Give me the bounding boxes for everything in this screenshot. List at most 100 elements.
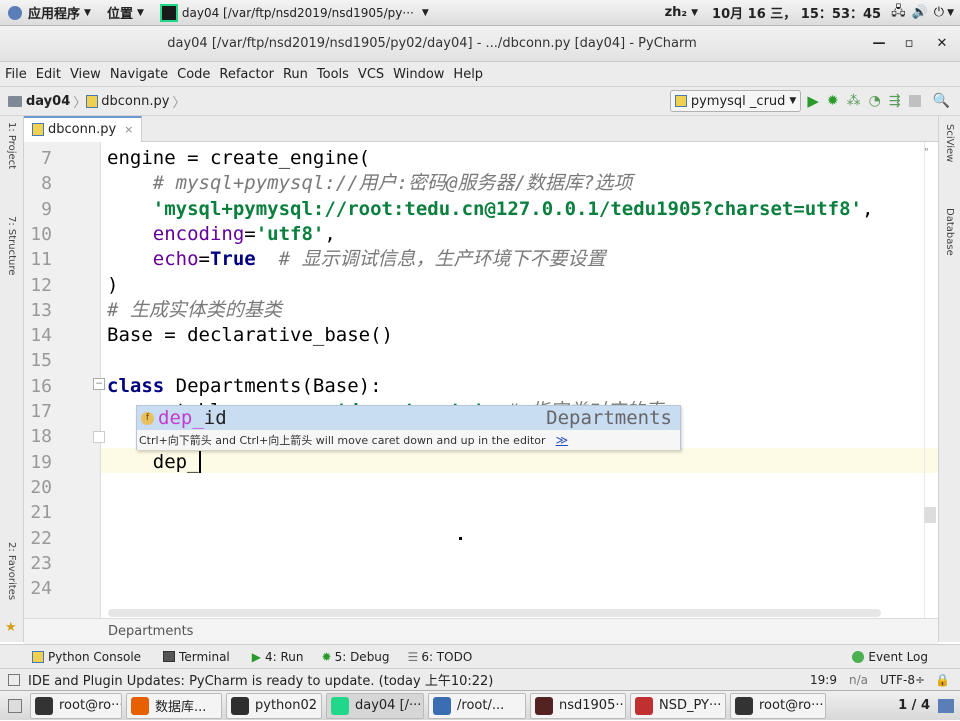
menu-window[interactable]: Window (393, 67, 444, 82)
menu-edit[interactable]: Edit (36, 67, 61, 82)
terminal-tab[interactable]: Terminal (163, 650, 230, 664)
places-menu[interactable]: 位置 (107, 3, 133, 22)
run-icon: ▶ (251, 649, 261, 664)
minimize-button[interactable]: — (864, 36, 894, 51)
taskbar-button-files[interactable]: /root/... (428, 692, 526, 719)
menu-vcs[interactable]: VCS (358, 67, 384, 82)
code-line[interactable]: engine = create_engine( (107, 146, 370, 171)
run-icon[interactable]: ▶ (807, 92, 819, 110)
run-tab[interactable]: ▶ 4: Run (252, 650, 304, 664)
fold-marker-icon[interactable]: − (93, 378, 105, 390)
code-line[interactable]: # mysql+pymysql://用户:密码@服务器/数据库?选项 (107, 171, 633, 196)
coverage-icon[interactable]: ⁂ (847, 93, 861, 109)
autocomplete-hint-link[interactable]: ≫ (556, 433, 569, 447)
tab-dbconn[interactable]: dbconn.py × (24, 115, 143, 142)
taskbar-button-terminal2[interactable]: root@ro··· (730, 692, 826, 719)
taskbar-label: /root/... (457, 698, 505, 713)
menu-navigate[interactable]: Navigate (110, 67, 168, 82)
apps-menu[interactable]: 应用程序 (28, 3, 80, 22)
todo-icon: ☰ (407, 649, 419, 664)
favorites-tool-tab[interactable]: 2: Favorites (6, 542, 17, 600)
pycharm-app-icon (331, 696, 349, 715)
line-separator[interactable]: n/a (849, 673, 868, 687)
file-encoding[interactable]: UTF-8÷ (880, 673, 925, 687)
show-desktop-icon[interactable] (8, 698, 22, 713)
taskbar-button-pycharm[interactable]: day04 [/··· (326, 692, 424, 719)
breadcrumb-class[interactable]: Departments (108, 624, 193, 639)
code-line[interactable]: class Departments(Base): (107, 374, 382, 399)
code-editor[interactable]: 7 8 9 10 11 12 13 14 15 16 17 18 19 20 21 22 23 24 engine… (24, 142, 938, 618)
close-button[interactable]: ✕ (924, 36, 960, 51)
python-console-tab[interactable]: Python Console (32, 650, 141, 664)
status-message[interactable]: IDE and Plugin Updates: PyCharm is ready… (28, 670, 493, 689)
code-line[interactable]: dep_ (107, 450, 201, 475)
code-line[interactable]: encoding='utf8', (107, 222, 336, 247)
maximize-button[interactable]: ▫ (894, 36, 924, 51)
project-tool-tab[interactable]: 1: Project (6, 122, 17, 169)
code-line[interactable]: ) (107, 273, 118, 298)
input-method-indicator[interactable]: zh₂ (665, 5, 688, 20)
menu-refactor[interactable]: Refactor (219, 67, 274, 82)
volume-icon[interactable]: 🔊 (912, 5, 928, 20)
fold-marker-icon[interactable] (93, 431, 105, 443)
profile-icon[interactable]: ◔ (869, 93, 881, 109)
chevron-down-icon: ▼ (789, 96, 797, 106)
editor-horizontal-scrollbar[interactable] (108, 609, 881, 617)
breadcrumb-file[interactable]: dbconn.py (101, 94, 169, 109)
todo-tab[interactable]: ☰ 6: TODO (408, 650, 473, 664)
menu-tools[interactable]: Tools (317, 67, 349, 82)
concurrency-icon[interactable]: ⇶ (889, 93, 901, 109)
code-line[interactable]: echo=True # 显示调试信息，生产环境下不要设置 (107, 247, 606, 272)
pycharm-icon (159, 3, 178, 22)
menu-file[interactable]: File (5, 67, 27, 82)
code-line[interactable]: # 生成实体类的基类 (107, 298, 282, 323)
event-log-tab[interactable]: Event Log (852, 650, 928, 664)
caret-position[interactable]: 19:9 (810, 673, 837, 687)
power-icon[interactable]: ⏻ (934, 5, 944, 20)
taskbar-label: NSD_PY··· (659, 698, 722, 713)
menu-run[interactable]: Run (283, 67, 308, 82)
sciview-tool-tab[interactable]: SciView (944, 124, 955, 162)
editor-vertical-scrollbar[interactable] (924, 507, 936, 523)
inspection-ok-icon[interactable]: " (924, 147, 929, 158)
search-icon[interactable]: 🔍 (933, 93, 950, 109)
autocomplete-hint: Ctrl+向下箭头 and Ctrl+向上箭头 will move caret … (139, 434, 546, 447)
lock-icon[interactable]: 🔒 (935, 673, 950, 687)
line-number: 22 (30, 527, 52, 549)
run-config-select[interactable]: pymysql _crud ▼ (669, 90, 802, 112)
menu-code[interactable]: Code (177, 67, 210, 82)
stop-icon[interactable] (908, 95, 921, 107)
workspace-preview-icon[interactable] (938, 698, 954, 713)
database-tool-tab[interactable]: Database (944, 208, 955, 256)
taskbar-button-nsdpy[interactable]: NSD_PY··· (630, 692, 726, 719)
star-icon: ★ (5, 620, 17, 635)
python-console-icon (32, 650, 44, 663)
active-window-button[interactable]: day04 [/var/ftp/nsd2019/nsd1905/py··· ▼ (159, 3, 460, 22)
network-icon[interactable]: 🖧 (891, 2, 906, 24)
taskbar-label: root@ro··· (759, 698, 824, 713)
close-tab-icon[interactable]: × (124, 123, 133, 136)
debug-icon[interactable]: ✹ (827, 93, 839, 109)
debug-tab[interactable]: ✹ 5: Debug (322, 650, 390, 664)
breadcrumb-project[interactable]: day04 (26, 94, 70, 109)
taskbar-button-nsd[interactable]: nsd1905··· (530, 692, 626, 719)
taskbar-button-python02[interactable]: python02 (226, 692, 322, 719)
line-number: 12 (30, 274, 52, 296)
chevron-down-icon: ▼ (947, 7, 954, 18)
status-toggle-icon[interactable] (8, 673, 20, 686)
line-number: 9 (41, 198, 52, 220)
taskbar-button-firefox[interactable]: 数据库... (126, 692, 222, 719)
taskbar-label: 数据库... (155, 700, 207, 715)
menu-view[interactable]: View (70, 67, 101, 82)
line-number: 19 (30, 451, 52, 473)
structure-tool-tab[interactable]: 7: Structure (6, 216, 17, 275)
autocomplete-item[interactable]: f dep_ id Departments (137, 406, 680, 430)
workspace-indicator[interactable]: 1 / 4 (898, 698, 930, 713)
clock[interactable]: 10月 16 三， 15：53：45 (712, 3, 881, 22)
code-line[interactable]: Base = declarative_base() (107, 323, 393, 348)
menu-help[interactable]: Help (453, 67, 483, 82)
python-file-icon (86, 94, 99, 108)
line-number: 23 (30, 552, 52, 574)
code-line[interactable]: 'mysql+pymysql://root:tedu.cn@127.0.0.1/… (107, 197, 874, 222)
taskbar-button-terminal[interactable]: root@ro··· (30, 692, 122, 719)
